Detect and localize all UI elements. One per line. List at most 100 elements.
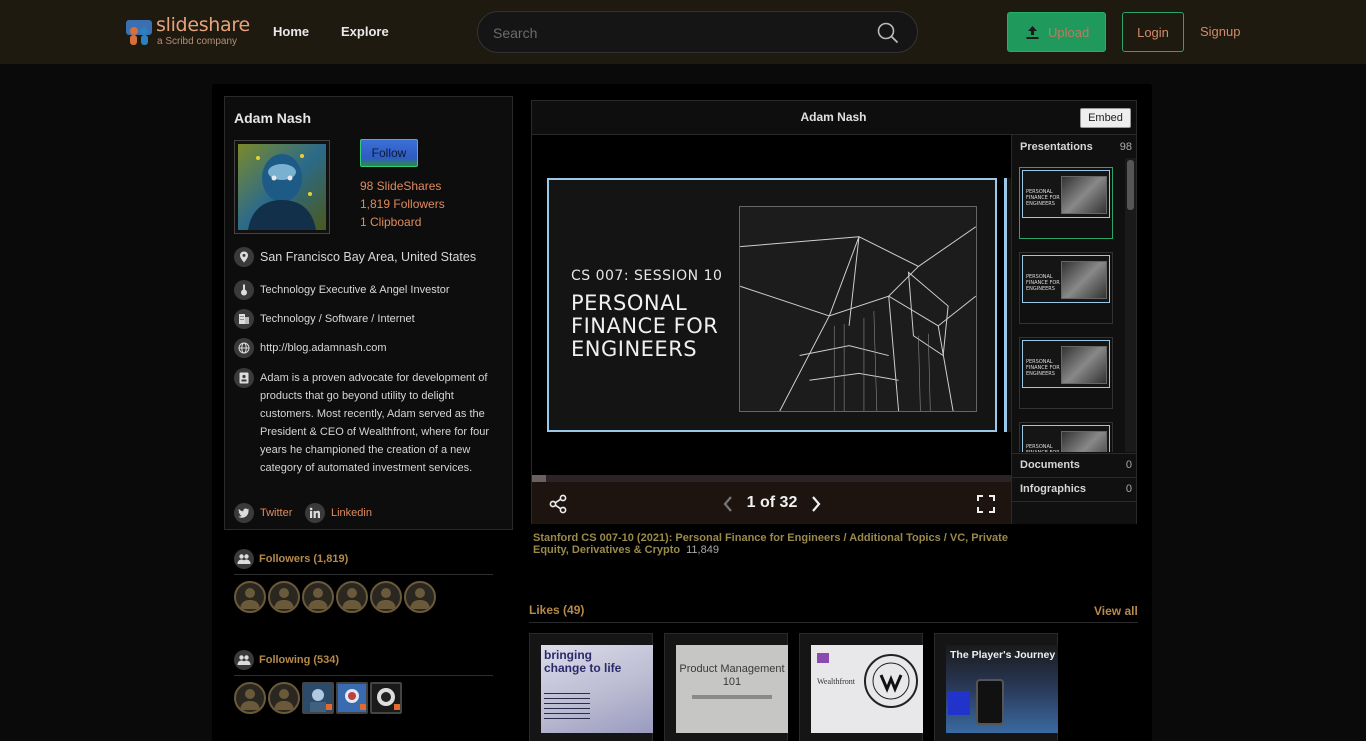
presentation-thumbnail[interactable]: PERSONAL FINANCE FOR ENGINEERS (1019, 252, 1113, 324)
logo-people-icon (126, 20, 152, 45)
profile-photo (238, 144, 326, 230)
location-text: San Francisco Bay Area, United States (260, 250, 477, 264)
followers-divider (234, 574, 493, 575)
followers-count-link[interactable]: 1,819 Followers (360, 197, 445, 211)
follower-avatar[interactable] (268, 581, 300, 613)
upload-button[interactable]: Upload (1007, 12, 1106, 52)
follow-button[interactable]: Follow (360, 139, 418, 167)
likes-divider (529, 622, 1138, 623)
infographics-tab[interactable]: Infographics (1020, 483, 1086, 495)
following-section-title[interactable]: Following (534) (259, 654, 339, 666)
about-id-icon (234, 368, 254, 388)
liked-presentation-thumbnail: bringing change to life (541, 645, 653, 733)
infographics-count: 0 (1125, 483, 1132, 495)
liked-presentation-card[interactable]: Product Management 101 (664, 633, 788, 741)
presentation-thumbnail[interactable]: PERSONAL FINANCE FOR ENGINEERS (1019, 422, 1113, 452)
scrollbar-thumb[interactable] (1127, 160, 1134, 210)
liked-presentation-thumbnail: Product Management 101 (676, 645, 788, 733)
slideshare-logo[interactable]: slideshare a Scribd company (124, 14, 254, 49)
sidebar-divider (1012, 453, 1136, 454)
login-label: Login (1137, 25, 1169, 40)
current-slide[interactable]: CS 007: SESSION 10 PERSONAL FINANCE FOR … (547, 178, 997, 432)
liked-presentation-card[interactable]: The Player's Journey (934, 633, 1058, 741)
following-avatar[interactable] (268, 682, 300, 714)
profile-name[interactable]: Adam Nash (234, 110, 311, 126)
liked-presentation-thumbnail: The Player's Journey (946, 645, 1058, 733)
thumbnails-scrollbar[interactable] (1125, 158, 1136, 452)
job-title-icon (234, 280, 254, 300)
documents-tab[interactable]: Documents (1020, 459, 1080, 471)
upload-label: Upload (1048, 25, 1090, 40)
previous-slide-chevron-icon[interactable] (720, 494, 736, 514)
next-slide-chevron-icon[interactable] (808, 494, 824, 514)
upload-icon (1026, 26, 1039, 39)
presentation-thumbnails: PERSONAL FINANCE FOR ENGINEERS PERSONAL … (1012, 158, 1124, 452)
liked-presentation-card[interactable]: Wealthfront (799, 633, 923, 741)
deck-title-link[interactable]: Stanford CS 007-10 (2021): Personal Fina… (533, 532, 1013, 556)
presentations-tab[interactable]: Presentations (1020, 141, 1093, 153)
page-indicator: 1 of 32 (746, 494, 798, 511)
following-group-icon (234, 650, 254, 670)
nav-home[interactable]: Home (273, 24, 309, 39)
liked-card-title: bringing change to life (544, 648, 622, 675)
share-icon[interactable] (548, 494, 568, 514)
sidebar-divider (1012, 477, 1136, 478)
presentation-thumbnail[interactable]: PERSONAL FINANCE FOR ENGINEERS (1019, 337, 1113, 409)
profile-avatar[interactable] (234, 140, 330, 234)
following-avatar[interactable] (234, 682, 266, 714)
login-button[interactable]: Login (1122, 12, 1184, 52)
next-slide-peek (1004, 178, 1011, 432)
likes-section-title[interactable]: Likes (49) (529, 603, 584, 617)
following-divider (234, 675, 493, 676)
follower-avatar[interactable] (234, 581, 266, 613)
viewer-title: Adam Nash (800, 110, 867, 124)
followers-group-icon (234, 549, 254, 569)
industry-text: Technology / Software / Internet (260, 313, 415, 325)
slide-kicker: CS 007: SESSION 10 (571, 268, 723, 284)
liked-card-title: The Player's Journey (950, 649, 1056, 661)
slide-progress-bar[interactable] (532, 475, 1011, 482)
presentation-thumbnail[interactable]: PERSONAL FINANCE FOR ENGINEERS (1019, 167, 1113, 239)
linkedin-link[interactable]: Linkedin (331, 507, 372, 519)
page: slideshare a Scribd company Home Explore… (0, 0, 1366, 741)
search-icon[interactable] (877, 22, 899, 44)
sidebar-divider (1012, 501, 1136, 502)
embed-button[interactable]: Embed (1080, 108, 1131, 128)
following-avatar[interactable] (302, 682, 334, 714)
nav-explore[interactable]: Explore (341, 24, 389, 39)
follower-avatar[interactable] (370, 581, 402, 613)
wealthfront-seal-icon (864, 654, 918, 708)
globe-icon (234, 338, 254, 358)
slide-progress-fill (532, 475, 547, 482)
fullscreen-icon[interactable] (976, 494, 996, 514)
liked-card-title: Product Management 101 (679, 663, 785, 688)
website-link[interactable]: http://blog.adamnash.com (260, 342, 387, 354)
about-text: Adam is a proven advocate for developmen… (260, 372, 490, 474)
linkedin-icon[interactable] (305, 503, 325, 523)
following-avatar[interactable] (370, 682, 402, 714)
follower-avatar[interactable] (302, 581, 334, 613)
signup-link[interactable]: Signup (1200, 24, 1240, 39)
clipboard-count-link[interactable]: 1 Clipboard (360, 215, 421, 229)
search-input[interactable] (493, 22, 863, 44)
liked-presentation-card[interactable]: bringing change to life (529, 633, 653, 741)
liked-presentation-thumbnail: Wealthfront (811, 645, 923, 733)
liked-card-title: Wealthfront (817, 677, 856, 686)
follower-avatar[interactable] (404, 581, 436, 613)
search-bar (477, 11, 918, 53)
top-header: slideshare a Scribd company Home Explore… (0, 0, 1366, 64)
followers-section-title[interactable]: Followers (1,819) (259, 553, 348, 565)
deck-view-count: 11,849 (686, 544, 719, 556)
twitter-link[interactable]: Twitter (260, 507, 292, 519)
follower-avatar[interactable] (336, 581, 368, 613)
location-pin-icon (234, 247, 254, 267)
slideshares-count-link[interactable]: 98 SlideShares (360, 179, 441, 193)
slide-building-photo (739, 206, 977, 412)
following-avatar[interactable] (336, 682, 368, 714)
presentations-count: 98 (1119, 141, 1132, 153)
industry-building-icon (234, 309, 254, 329)
job-title-text: Technology Executive & Angel Investor (260, 284, 450, 296)
twitter-icon[interactable] (234, 503, 254, 523)
deck-title: Stanford CS 007-10 (2021): Personal Fina… (533, 532, 1008, 556)
likes-view-all-link[interactable]: View all (1094, 604, 1138, 618)
